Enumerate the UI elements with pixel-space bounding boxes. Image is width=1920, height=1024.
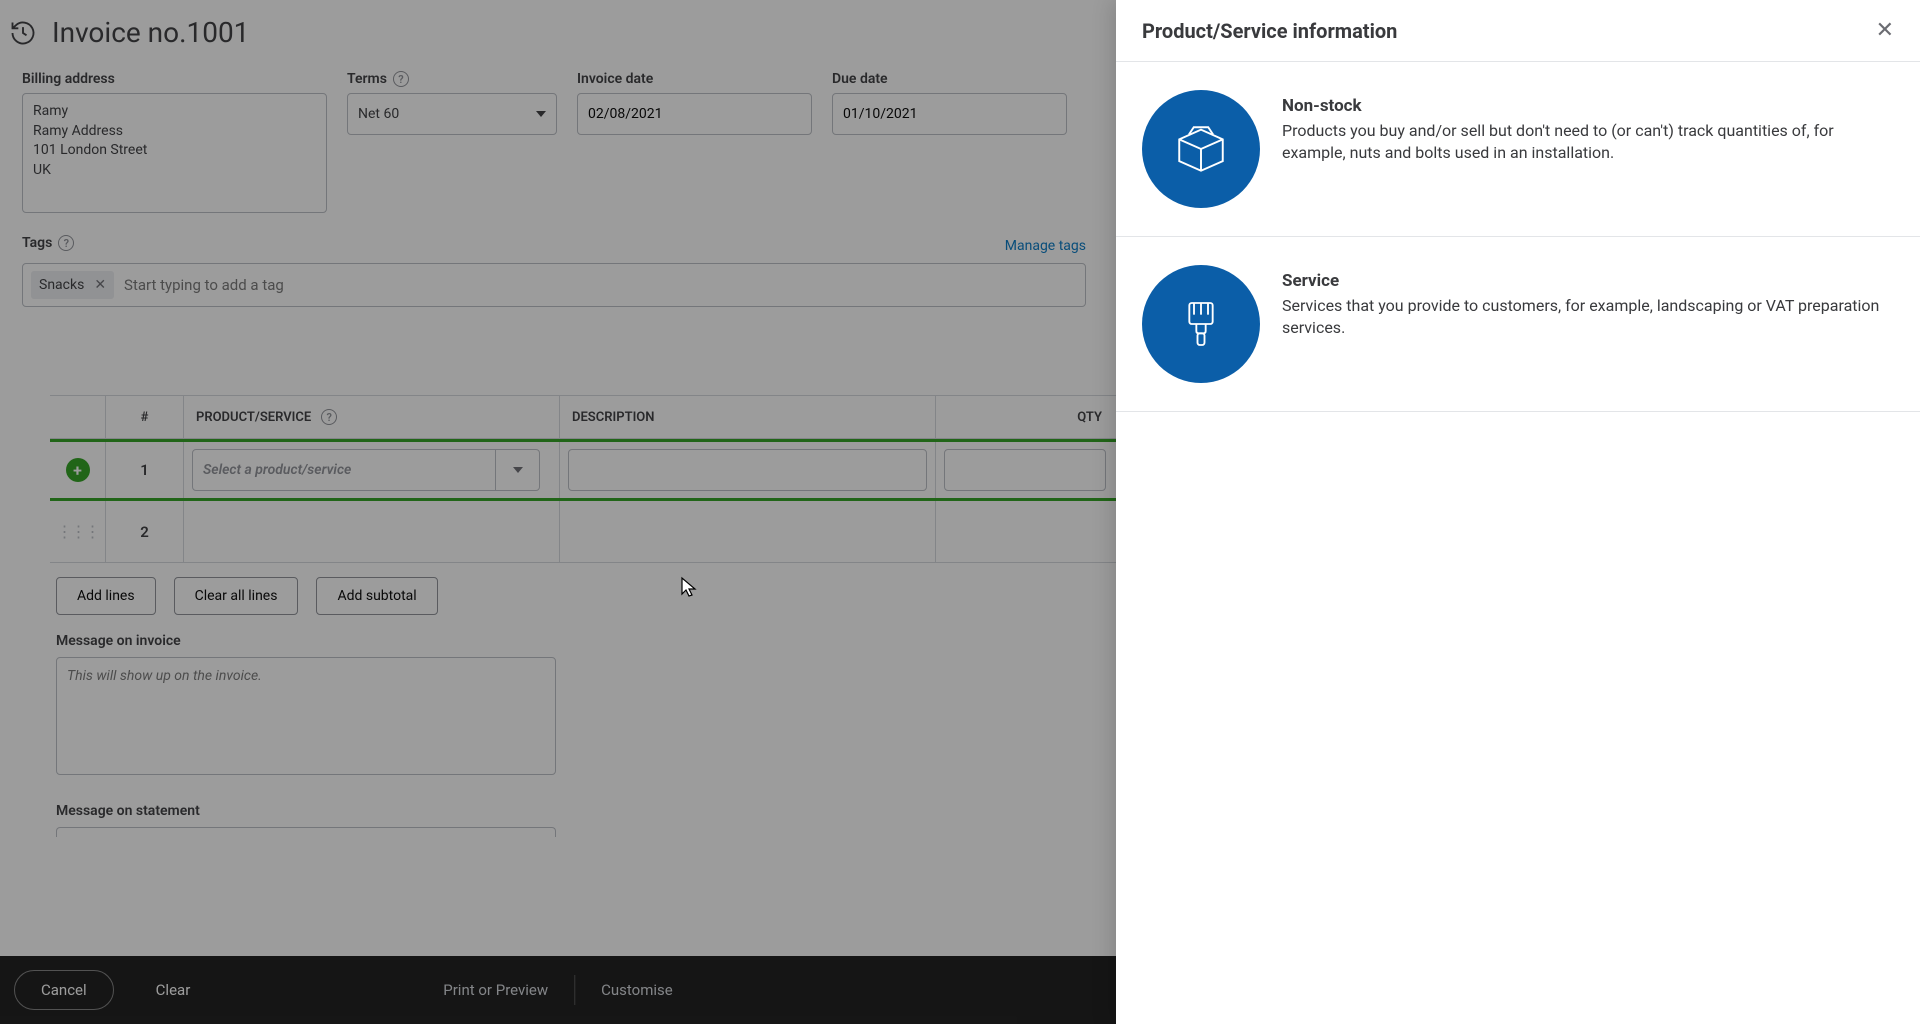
col-product: PRODUCT/SERVICE ?	[184, 396, 560, 438]
chevron-down-icon[interactable]	[495, 450, 539, 490]
help-icon[interactable]: ?	[321, 409, 337, 425]
col-product-label: PRODUCT/SERVICE	[196, 410, 311, 425]
clear-all-lines-button[interactable]: Clear all lines	[174, 577, 299, 615]
caret-down-icon	[536, 111, 546, 117]
clear-button[interactable]: Clear	[130, 970, 217, 1010]
tags-label: Tags ?	[22, 235, 74, 251]
footer-bar: Cancel Clear Print or Preview Customise	[0, 956, 1116, 1024]
option-service[interactable]: Service Services that you provide to cus…	[1116, 237, 1920, 412]
divider	[574, 975, 575, 1005]
page-title: Invoice no.1001	[52, 16, 249, 49]
product-service-select[interactable]: Select a product/service	[192, 449, 540, 491]
close-icon[interactable]: ✕	[1876, 18, 1894, 43]
invoice-date-label: Invoice date	[577, 71, 812, 87]
qty-input[interactable]	[944, 449, 1106, 491]
customise-link[interactable]: Customise	[601, 981, 673, 999]
description-input[interactable]	[568, 449, 927, 491]
message-on-invoice-input[interactable]	[56, 657, 556, 775]
tags-input-container[interactable]: Snacks ✕	[22, 263, 1086, 307]
message-on-statement-input[interactable]	[56, 827, 556, 837]
tags-label-text: Tags	[22, 235, 52, 251]
terms-label: Terms ?	[347, 71, 557, 87]
row-number: 2	[140, 523, 149, 541]
brush-icon	[1142, 265, 1260, 383]
panel-title: Product/Service information	[1142, 19, 1397, 43]
box-icon	[1142, 90, 1260, 208]
product-service-panel: Product/Service information ✕ Non-stock …	[1116, 0, 1920, 1024]
add-lines-button[interactable]: Add lines	[56, 577, 156, 615]
drag-handle-icon[interactable]: ⋮⋮⋮	[57, 522, 99, 541]
tag-chip: Snacks ✕	[31, 271, 114, 299]
option-non-stock[interactable]: Non-stock Products you buy and/or sell b…	[1116, 62, 1920, 237]
add-line-icon[interactable]: +	[66, 458, 90, 482]
terms-select[interactable]: Net 60	[347, 93, 557, 135]
tag-chip-label: Snacks	[39, 277, 84, 293]
invoice-date-input[interactable]	[577, 93, 812, 135]
due-date-label: Due date	[832, 71, 1067, 87]
manage-tags-link[interactable]: Manage tags	[1005, 238, 1086, 254]
col-number: #	[106, 396, 184, 438]
print-preview-link[interactable]: Print or Preview	[443, 981, 548, 999]
option-description: Services that you provide to customers, …	[1282, 295, 1882, 340]
option-description: Products you buy and/or sell but don't n…	[1282, 120, 1882, 165]
option-title: Non-stock	[1282, 96, 1882, 116]
terms-select-value: Net 60	[358, 106, 399, 122]
help-icon[interactable]: ?	[58, 235, 74, 251]
billing-address-input[interactable]	[22, 93, 327, 213]
cancel-button[interactable]: Cancel	[14, 970, 114, 1010]
row-number: 1	[140, 461, 149, 479]
tag-remove-icon[interactable]: ✕	[94, 277, 106, 293]
add-subtotal-button[interactable]: Add subtotal	[316, 577, 437, 615]
product-placeholder: Select a product/service	[193, 462, 351, 478]
due-date-input[interactable]	[832, 93, 1067, 135]
tag-text-input[interactable]	[124, 276, 1077, 294]
col-qty: QTY	[936, 396, 1114, 438]
history-icon[interactable]	[8, 18, 38, 48]
billing-address-label: Billing address	[22, 71, 327, 87]
help-icon[interactable]: ?	[393, 71, 409, 87]
col-description: DESCRIPTION	[560, 396, 936, 438]
option-title: Service	[1282, 271, 1882, 291]
terms-label-text: Terms	[347, 71, 387, 87]
